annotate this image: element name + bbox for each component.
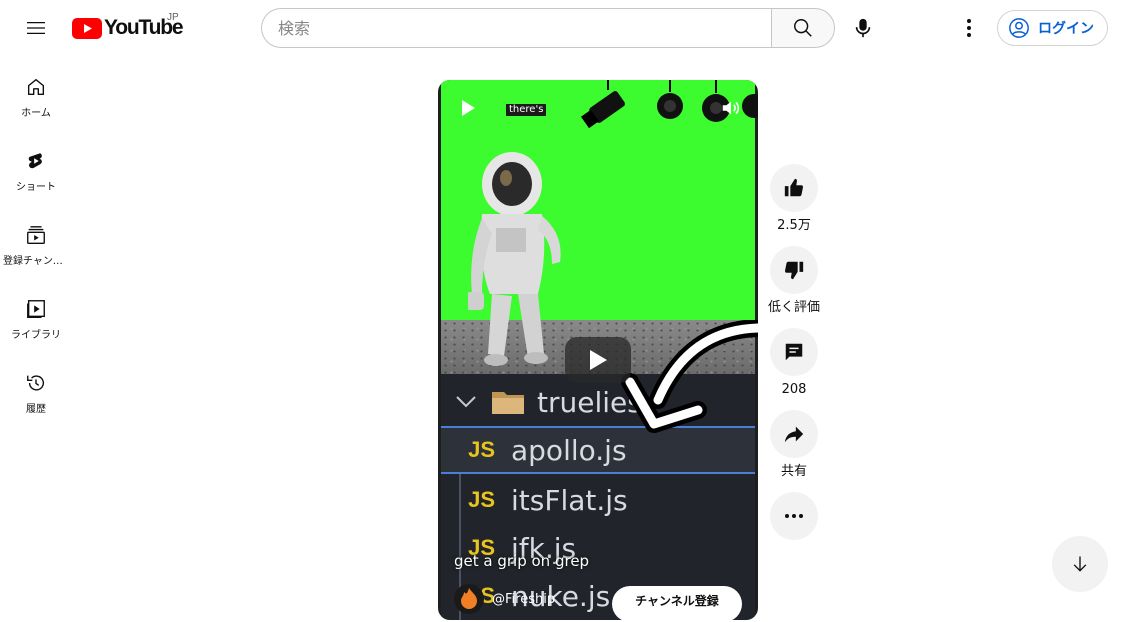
mini-guide: ホーム ショート 登録チャンネル ライブラリ 履歴	[0, 56, 72, 426]
share-label: 共有	[780, 464, 807, 479]
signin-button[interactable]: ログイン	[997, 10, 1108, 46]
thumb-down-icon	[784, 261, 804, 280]
like-button[interactable]	[770, 164, 818, 212]
share-button[interactable]	[770, 410, 818, 458]
comment-count: 208	[781, 382, 807, 397]
guide-item-label: ショート	[16, 182, 56, 193]
signin-label: ログイン	[1038, 21, 1094, 37]
search-input[interactable]	[261, 8, 771, 48]
caption-text: there's	[506, 104, 547, 116]
voice-search-button[interactable]	[843, 8, 883, 48]
guide-item-library[interactable]: ライブラリ	[0, 278, 72, 352]
more-action	[770, 492, 818, 540]
arrow-down-icon	[1073, 556, 1087, 572]
more-options-button[interactable]	[770, 492, 818, 540]
masthead: YouTube JP ログイン	[0, 0, 1124, 56]
microphone-icon	[855, 18, 871, 38]
chevron-down-icon	[456, 396, 476, 408]
channel-avatar	[454, 584, 484, 614]
account-circle-icon	[1009, 18, 1029, 38]
history-icon	[27, 375, 44, 391]
channel-name[interactable]: @Fireship	[492, 592, 555, 607]
youtube-logo[interactable]: YouTube	[72, 16, 184, 40]
share-action: 共有	[770, 410, 818, 480]
settings-more-button[interactable]	[949, 8, 989, 48]
file-row: JS itsFlat.js	[441, 476, 755, 524]
guide-item-label: ライブラリ	[11, 330, 61, 341]
subscribe-button[interactable]: チャンネル登録	[612, 586, 742, 622]
volume-icon	[722, 101, 740, 115]
next-video-button[interactable]	[1052, 536, 1108, 592]
file-name: itsFlat.js	[511, 483, 628, 517]
volume-button[interactable]	[720, 96, 742, 120]
center-play-button[interactable]	[565, 337, 631, 383]
curved-arrow-graphic	[621, 320, 758, 433]
like-action: 2.5万	[770, 164, 818, 234]
thumb-up-icon	[784, 178, 804, 197]
guide-item-subscriptions[interactable]: 登録チャンネル	[0, 204, 72, 278]
more-horizontal-icon	[785, 514, 803, 518]
comment-button[interactable]	[770, 328, 818, 376]
like-count: 2.5万	[777, 218, 811, 233]
astronaut-graphic	[468, 152, 561, 366]
js-file-icon: JS	[468, 437, 495, 462]
guide-item-label: 登録チャンネル	[3, 256, 69, 267]
hamburger-menu-icon	[27, 22, 45, 34]
youtube-play-logo-icon	[72, 17, 102, 39]
play-icon	[462, 100, 475, 116]
dislike-action: 低く評価	[768, 246, 820, 316]
dislike-label: 低く評価	[767, 300, 820, 315]
subscriptions-icon	[27, 226, 45, 244]
guide-item-history[interactable]: 履歴	[0, 352, 72, 426]
search-button[interactable]	[771, 8, 835, 48]
comment-icon	[785, 343, 803, 361]
library-icon	[27, 300, 45, 318]
shorts-action-bar: 2.5万 低く評価 208 共有	[768, 164, 820, 540]
guide-item-home[interactable]: ホーム	[0, 56, 72, 130]
shorts-icon	[28, 153, 42, 169]
dislike-button[interactable]	[770, 246, 818, 294]
js-file-icon: JS	[468, 487, 495, 512]
file-name: apollo.js	[511, 433, 627, 467]
more-vertical-icon	[967, 19, 971, 37]
guide-menu-button[interactable]	[16, 8, 56, 48]
play-icon	[590, 350, 607, 370]
home-icon	[27, 78, 45, 96]
search-icon	[794, 19, 812, 37]
guide-item-label: ホーム	[21, 108, 51, 119]
comment-action: 208	[770, 328, 818, 398]
play-pause-button[interactable]	[458, 96, 480, 120]
video-title[interactable]: get a grip on grep	[454, 552, 589, 570]
share-icon	[784, 426, 804, 443]
search-box	[261, 8, 835, 48]
channel-info[interactable]: @Fireship	[454, 584, 555, 614]
folder-icon	[492, 392, 524, 414]
guide-item-label: 履歴	[26, 404, 46, 415]
guide-item-shorts[interactable]: ショート	[0, 130, 72, 204]
region-code: JP	[167, 12, 179, 23]
